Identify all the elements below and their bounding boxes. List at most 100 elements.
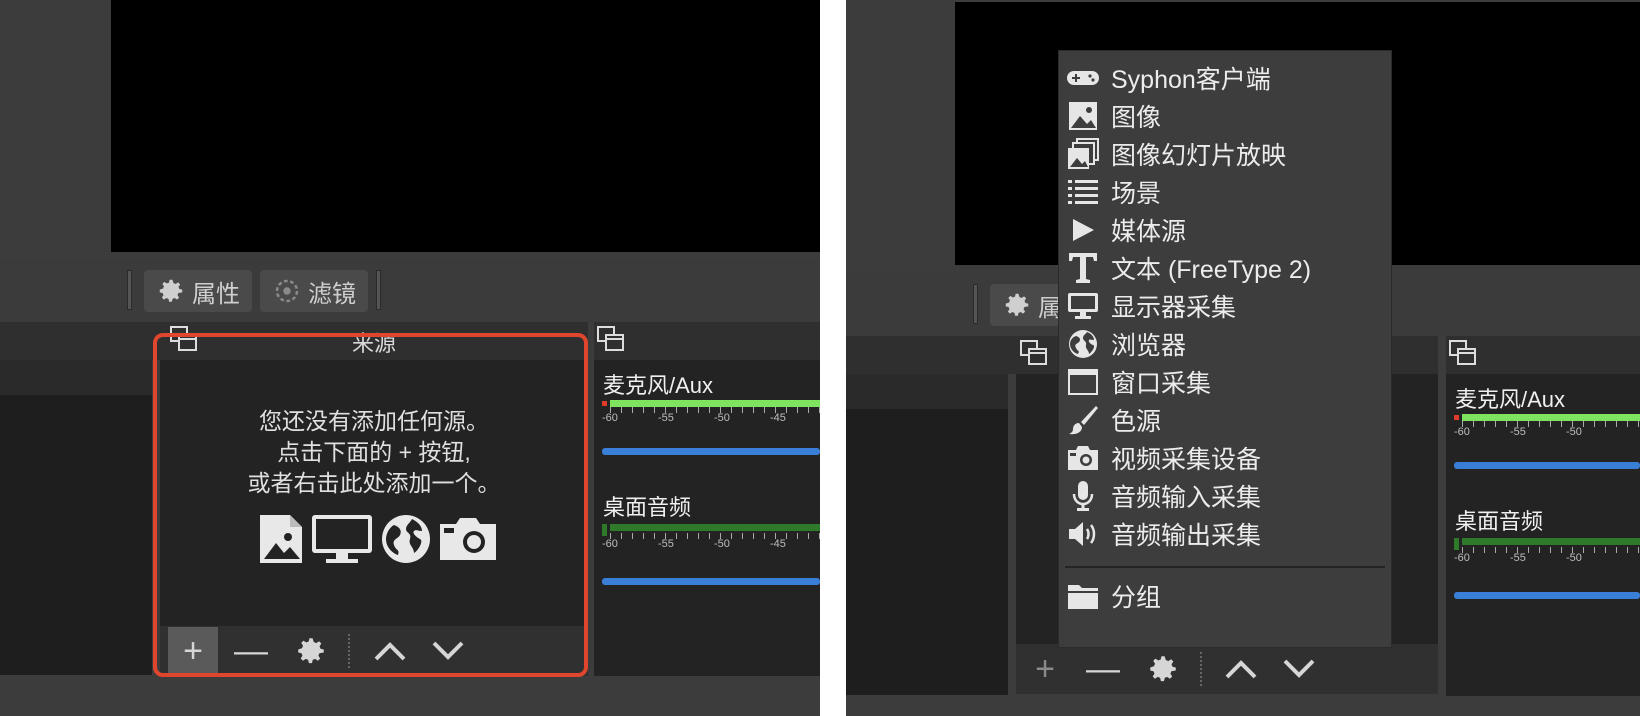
brush-icon (1069, 406, 1098, 435)
add-source-menu: Syphon客户端 图像 图像幻灯片放映 场景 媒体源 文本 (FreeType… (1058, 50, 1392, 648)
source-properties-button[interactable] (1138, 645, 1188, 693)
list-icon (1068, 180, 1098, 204)
undock-icon[interactable] (597, 326, 625, 352)
folder-icon (1068, 585, 1098, 609)
menu-item-scene[interactable]: 场景 (1059, 173, 1391, 211)
toolbar-divider (973, 284, 978, 324)
mic-volume-slider[interactable] (1454, 462, 1640, 469)
tick-label: -45 (770, 538, 786, 550)
menu-item-label: Syphon客户端 (1111, 66, 1271, 94)
mixer-dock-header (1446, 336, 1640, 374)
menu-item-label: 色源 (1111, 408, 1162, 436)
tick-label: -45 (770, 412, 786, 424)
scenes-dock-header (0, 322, 160, 360)
gamepad-icon (1067, 71, 1099, 85)
menu-separator (1065, 566, 1385, 568)
filters-button[interactable]: 滤镜 (260, 270, 368, 312)
add-source-button[interactable]: + (1020, 645, 1070, 693)
menu-item-browser[interactable]: 浏览器 (1059, 325, 1391, 363)
microphone-icon (1072, 481, 1094, 511)
tick-label: -60 (1454, 552, 1470, 564)
desktop-volume-meter (1462, 538, 1640, 545)
mic-volume-slider[interactable] (602, 448, 820, 455)
tick-label: -55 (1510, 552, 1526, 564)
tick-label: -55 (658, 538, 674, 550)
menu-item-label: 音频输入采集 (1111, 484, 1262, 512)
meter-ticks (1462, 421, 1640, 427)
speaker-icon (1069, 522, 1096, 546)
gear-icon (159, 279, 183, 302)
scenes-list[interactable] (0, 395, 152, 675)
left-screenshot-panel: 属性 滤镜 来源 您还没有添加任何源。 点击下面的 + 按钮, 或者右击此处添加… (0, 0, 820, 716)
menu-item-label: 图像幻灯片放映 (1111, 142, 1287, 170)
scenes-list-row[interactable] (0, 360, 152, 395)
menu-item-label: 图像 (1111, 104, 1162, 132)
desktop-volume-slider[interactable] (602, 578, 820, 585)
meter-ticks (1462, 547, 1640, 553)
mic-volume-meter (1462, 414, 1640, 421)
menu-item-label: 窗口采集 (1111, 370, 1212, 398)
tick-label: -60 (602, 412, 618, 424)
globe-icon (1069, 330, 1097, 358)
menu-item-display-capture[interactable]: 显示器采集 (1059, 287, 1391, 325)
menu-item-label: 媒体源 (1111, 218, 1187, 246)
scenes-dock-header (846, 336, 1016, 374)
window-icon (1068, 369, 1098, 395)
context-toolbar: 属性 滤镜 (0, 260, 820, 322)
desktop-volume-slider[interactable] (1454, 592, 1640, 599)
bottom-bar-divider (1200, 652, 1202, 686)
menu-item-label: 视频采集设备 (1111, 446, 1262, 474)
toolbar-divider (376, 270, 381, 310)
gear-icon (1150, 656, 1176, 682)
menu-item-label: 场景 (1111, 180, 1162, 208)
move-source-up-button[interactable] (1216, 645, 1266, 693)
tick-label: -50 (1566, 426, 1582, 438)
slideshow-icon (1068, 138, 1099, 169)
mixer-channel-name: 桌面音频 (1455, 509, 1544, 534)
tick-label: -50 (714, 412, 730, 424)
peak-indicator (602, 524, 607, 536)
menu-item-syphon[interactable]: Syphon客户端 (1059, 59, 1391, 97)
menu-item-label: 文本 (FreeType 2) (1111, 256, 1312, 284)
audio-mixer: 麦克风/Aux -60 -55 -50 桌面音频 -60 -55 -50 (1446, 374, 1640, 696)
move-source-down-button[interactable] (1274, 645, 1324, 693)
menu-item-color-source[interactable]: 色源 (1059, 401, 1391, 439)
scenes-list-row[interactable] (846, 374, 1008, 409)
peak-indicator (1454, 538, 1459, 550)
menu-item-audio-input-capture[interactable]: 音频输入采集 (1059, 477, 1391, 515)
mixer-dock-header (594, 322, 820, 360)
play-icon (1073, 219, 1094, 241)
menu-item-media-source[interactable]: 媒体源 (1059, 211, 1391, 249)
undock-icon[interactable] (1020, 340, 1048, 366)
remove-source-button[interactable]: — (1078, 645, 1128, 693)
gear-icon (1005, 293, 1029, 316)
tick-label: -55 (1510, 426, 1526, 438)
chevron-down-icon (1283, 659, 1315, 678)
menu-item-group[interactable]: 分组 (1059, 577, 1391, 615)
minus-icon: — (1086, 649, 1120, 688)
menu-item-audio-output-capture[interactable]: 音频输出采集 (1059, 515, 1391, 553)
sources-bottom-bar: + — (1016, 644, 1438, 694)
plus-icon: + (1035, 649, 1055, 688)
right-screenshot-panel: 属 + — 麦克风/Aux -60 -55 -50 桌面音频 -60 -55 -… (846, 0, 1640, 716)
menu-item-text[interactable]: 文本 (FreeType 2) (1059, 249, 1391, 287)
tick-label: -50 (714, 538, 730, 550)
menu-item-label: 显示器采集 (1111, 294, 1237, 322)
menu-item-image-slideshow[interactable]: 图像幻灯片放映 (1059, 135, 1391, 173)
undock-icon[interactable] (1449, 340, 1477, 366)
tick-label: -55 (658, 412, 674, 424)
peak-indicator (1454, 415, 1459, 420)
scenes-list[interactable] (846, 409, 1008, 695)
filters-label: 滤镜 (308, 280, 356, 308)
menu-item-video-capture-device[interactable]: 视频采集设备 (1059, 439, 1391, 477)
menu-item-window-capture[interactable]: 窗口采集 (1059, 363, 1391, 401)
camera-icon (1068, 446, 1098, 470)
preview-canvas[interactable] (111, 0, 820, 252)
tick-label: -50 (1566, 552, 1582, 564)
menu-item-image[interactable]: 图像 (1059, 97, 1391, 135)
desktop-volume-meter (610, 524, 820, 531)
audio-mixer: 麦克风/Aux -60 -55 -50 -45 桌面音频 -60 -55 -50… (594, 360, 820, 676)
mixer-channel-name: 桌面音频 (603, 495, 692, 520)
properties-button[interactable]: 属性 (144, 270, 252, 312)
menu-item-label: 分组 (1111, 584, 1162, 612)
